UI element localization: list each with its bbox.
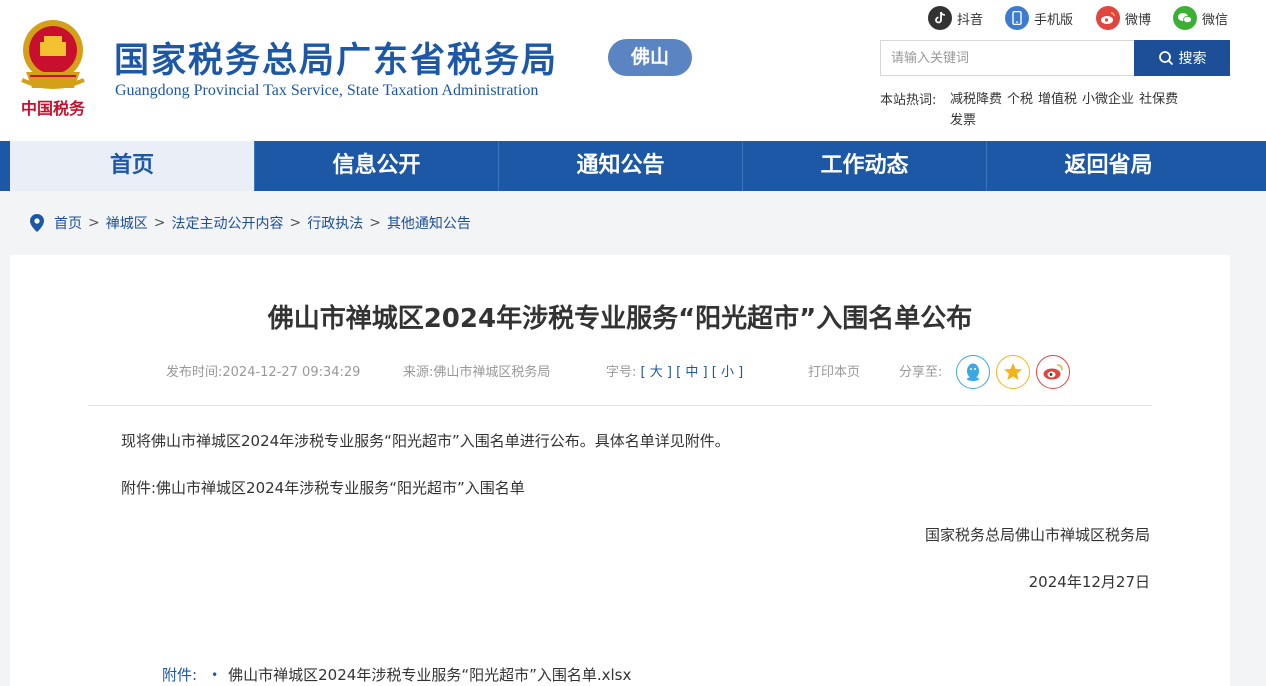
article-date: 2024年12月27日 — [1028, 573, 1150, 591]
location-pin-icon — [30, 214, 44, 232]
weibo-icon — [1096, 6, 1120, 30]
nav-item-info-disclosure[interactable]: 信息公开 — [254, 141, 498, 191]
font-size-large-button[interactable]: [ 大 ] — [641, 365, 672, 380]
tax-emblem-logo[interactable]: 中国税务 — [12, 14, 94, 124]
attachment-row: 附件: • 佛山市禅城区2024年涉税专业服务“阳光超市”入围名单.xlsx — [162, 664, 631, 685]
search-input[interactable] — [881, 41, 1134, 75]
hot-words-list: 减税降费 个税 增值税 小微企业 社保费发票 — [950, 89, 1220, 131]
social-weibo-link[interactable]: 微博 — [1096, 6, 1151, 30]
share-label: 分享至: — [899, 365, 943, 380]
attachment-file-link[interactable]: 佛山市禅城区2024年涉税专业服务“阳光超市”入围名单.xlsx — [228, 664, 631, 685]
breadcrumb-home[interactable]: 首页 — [54, 213, 82, 233]
hot-word-link[interactable]: 个税 — [1007, 92, 1033, 107]
social-mobile-link[interactable]: 手机版 — [1005, 6, 1073, 30]
social-douyin-link[interactable]: 抖音 — [928, 6, 983, 30]
breadcrumb-other-notices[interactable]: 其他通知公告 — [387, 213, 471, 233]
wechat-icon — [1173, 6, 1197, 30]
bullet-icon: • — [211, 667, 219, 682]
font-size-medium-button[interactable]: [ 中 ] — [676, 365, 707, 380]
hot-words-label: 本站热词: — [880, 93, 937, 108]
nav-item-home[interactable]: 首页 — [10, 141, 254, 191]
share-qq-button[interactable] — [956, 355, 990, 389]
qzone-star-icon — [1004, 363, 1022, 380]
breadcrumb: 首页 > 禅城区 > 法定主动公开内容 > 行政执法 > 其他通知公告 — [30, 212, 471, 234]
breadcrumb-enforcement[interactable]: 行政执法 — [307, 213, 363, 233]
meta-divider — [88, 405, 1152, 406]
share-qzone-button[interactable] — [996, 355, 1030, 389]
breadcrumb-separator: > — [369, 215, 381, 231]
font-size-small-button[interactable]: [ 小 ] — [712, 365, 743, 380]
font-size-medium-label: 中 — [685, 365, 699, 380]
font-size-large-label: 大 — [649, 365, 663, 380]
social-douyin-label: 抖音 — [957, 12, 984, 28]
publish-time: 发布时间:2024-12-27 09:34:29 — [166, 365, 361, 380]
site-header: 中国税务 国家税务总局广东省税务局 Guangdong Provincial T… — [0, 0, 1266, 141]
douyin-icon — [928, 6, 952, 30]
share-weibo-button[interactable] — [1036, 355, 1070, 389]
weibo-icon — [1043, 364, 1063, 380]
social-wechat-link[interactable]: 微信 — [1173, 6, 1228, 30]
social-mobile-label: 手机版 — [1034, 12, 1074, 28]
attachment-label: 附件: — [162, 666, 198, 684]
share-icons — [956, 355, 1076, 389]
hot-word-link[interactable]: 增值税 — [1038, 92, 1077, 107]
hot-word-link[interactable]: 社保费 — [1139, 92, 1178, 107]
nav-item-notices[interactable]: 通知公告 — [498, 141, 742, 191]
social-weibo-label: 微博 — [1125, 12, 1152, 28]
hot-word-link[interactable]: 减税降费 — [950, 92, 1002, 107]
search-button-label: 搜索 — [1178, 51, 1207, 67]
print-button[interactable]: 打印本页 — [808, 361, 860, 380]
article-paragraph: 现将佛山市禅城区2024年涉税专业服务“阳光超市”入围名单进行公布。具体名单详见… — [121, 432, 730, 450]
article-title: 佛山市禅城区2024年涉税专业服务“阳光超市”入围名单公布 — [267, 304, 973, 334]
font-size-controls: 字号: [ 大 ] [ 中 ] [ 小 ] — [606, 361, 743, 380]
city-badge[interactable]: 佛山 — [608, 39, 692, 76]
breadcrumb-separator: > — [153, 215, 166, 231]
main-nav: 首页 信息公开 通知公告 工作动态 返回省局 — [0, 141, 1266, 191]
font-size-label: 字号: — [606, 365, 637, 380]
breadcrumb-disclosure[interactable]: 法定主动公开内容 — [171, 213, 283, 233]
nav-item-back-province[interactable]: 返回省局 — [986, 141, 1230, 191]
article-source: 来源:佛山市禅城区税务局 — [403, 365, 551, 380]
site-title: 国家税务总局广东省税务局 — [114, 41, 559, 81]
svg-text:中国税务: 中国税务 — [21, 99, 86, 118]
hot-word-link[interactable]: 小微企业 — [1082, 92, 1134, 107]
font-size-small-label: 小 — [720, 365, 734, 380]
mobile-icon — [1005, 6, 1029, 30]
site-subtitle: Guangdong Provincial Tax Service, State … — [115, 82, 539, 99]
search-button[interactable]: 搜索 — [1134, 40, 1230, 76]
search-icon — [1158, 51, 1173, 66]
social-wechat-label: 微信 — [1202, 12, 1229, 28]
breadcrumb-separator: > — [289, 215, 302, 231]
breadcrumb-district[interactable]: 禅城区 — [106, 213, 148, 233]
article-signature: 国家税务总局佛山市禅城区税务局 — [924, 526, 1150, 544]
article-paragraph: 附件:佛山市禅城区2024年涉税专业服务“阳光超市”入围名单 — [121, 479, 525, 497]
search-box — [880, 40, 1135, 76]
breadcrumb-separator: > — [88, 215, 100, 231]
nav-item-work-news[interactable]: 工作动态 — [742, 141, 986, 191]
qq-icon — [967, 363, 979, 381]
hot-word-link[interactable]: 发票 — [950, 113, 976, 128]
